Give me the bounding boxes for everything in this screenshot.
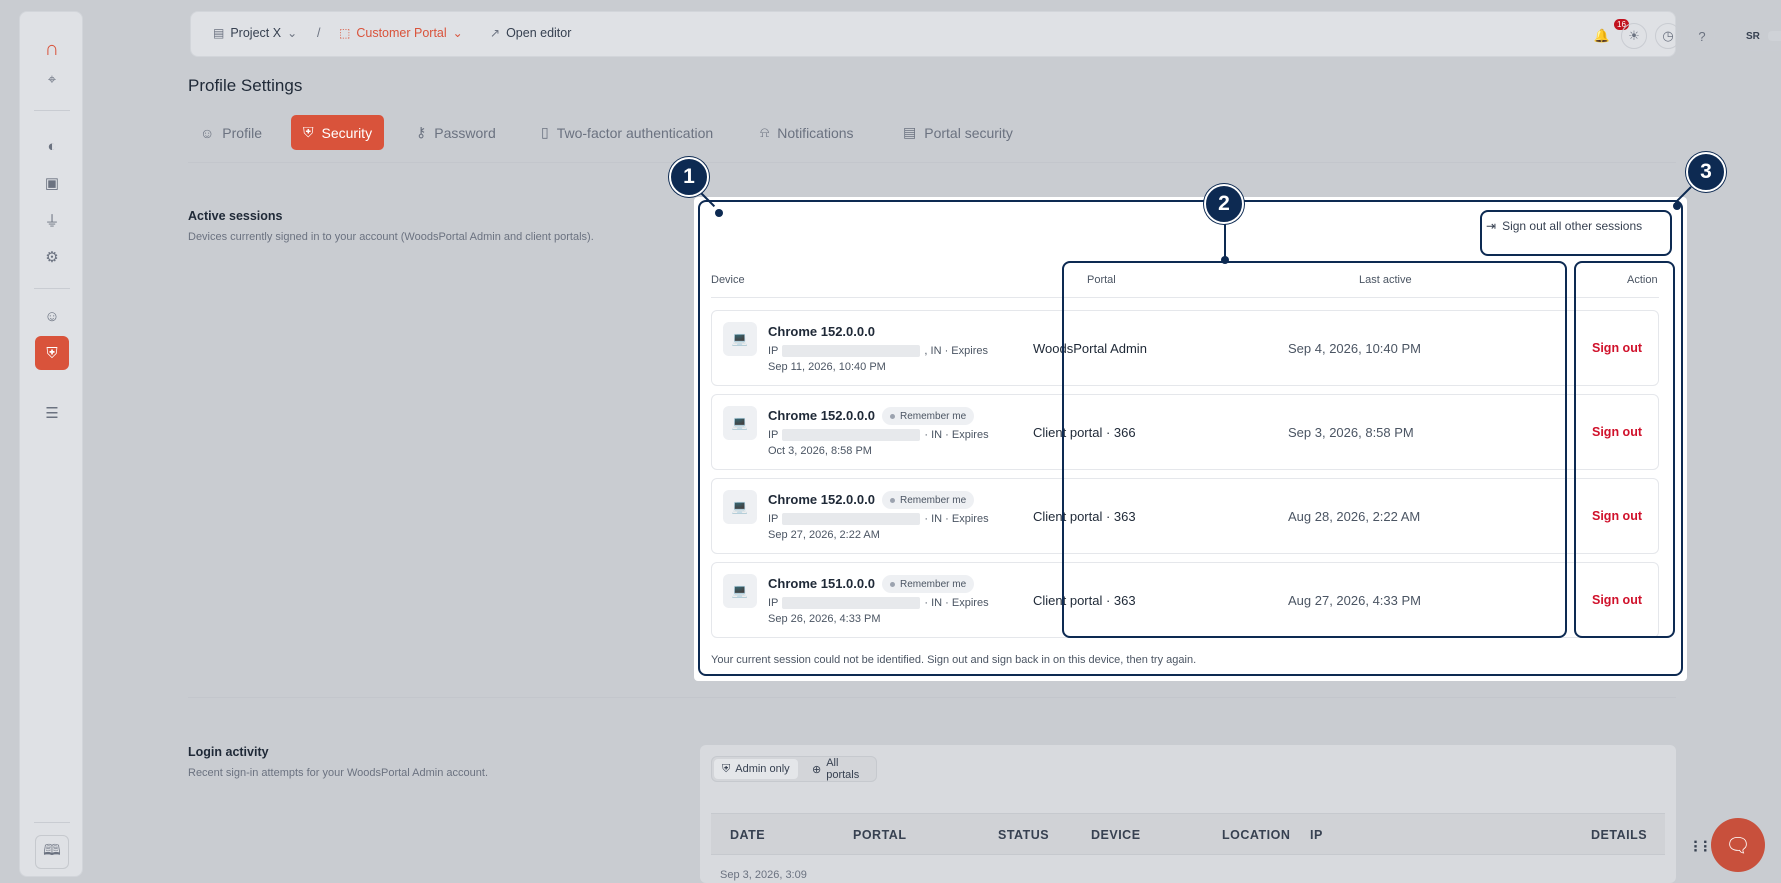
login-activity-description: Recent sign-in attempts for your WoodsPo… — [188, 767, 488, 779]
sidebar-divider — [34, 822, 70, 823]
tab-label: Portal security — [924, 124, 1013, 141]
tab-label: Notifications — [777, 124, 854, 141]
sun-icon[interactable]: ☀ — [1621, 23, 1647, 49]
tab-security[interactable]: ⛨ Security — [291, 115, 385, 150]
col-status: STATUS — [998, 828, 1050, 842]
callout-3-outline — [1574, 261, 1675, 638]
clock-icon[interactable]: ◷ — [1655, 23, 1681, 49]
tab-portal-security[interactable]: ▤ Portal security — [891, 115, 1025, 150]
breadcrumb-separator: / — [317, 26, 321, 40]
project-icon: ▤ — [213, 26, 225, 40]
tab-password[interactable]: ⚷ Password — [404, 115, 508, 150]
login-activity-header: DATE PORTAL STATUS DEVICE LOCATION IP DE… — [711, 813, 1665, 855]
layers-icon: ⬚ — [339, 26, 351, 40]
tab-label: Profile — [222, 124, 262, 141]
plug-icon[interactable]: ⏚ — [35, 203, 69, 237]
callout-2-outline — [1062, 261, 1567, 638]
user-menu[interactable]: SR ⌄ — [1737, 21, 1781, 51]
help-icon[interactable]: ? — [1689, 23, 1715, 49]
sidebar-divider — [34, 110, 70, 111]
gear-icon[interactable]: ⚙ — [35, 240, 69, 274]
login-activity-title: Login activity — [188, 745, 269, 759]
shield-icon[interactable]: ⛨ — [35, 336, 69, 370]
pin-icon[interactable]: ⌖ — [35, 62, 69, 96]
book-icon[interactable]: 🕮 — [35, 835, 69, 869]
widgets-icon[interactable]: ▣ — [35, 166, 69, 200]
open-editor-label: Open editor — [506, 26, 572, 40]
phone-icon: ▯ — [541, 124, 549, 140]
section-divider — [188, 697, 1676, 698]
callout-2-leader — [1224, 222, 1226, 258]
tab-label: Two-factor authentication — [556, 124, 714, 141]
user-icon: ☺ — [200, 124, 215, 141]
user-name-redacted — [1767, 31, 1781, 41]
tab-label: Security — [321, 124, 373, 141]
sidebar-divider — [34, 288, 70, 289]
portal-label: Customer Portal — [356, 26, 447, 40]
callout-1-marker: 1 — [669, 157, 709, 197]
portal-icon: ▤ — [903, 124, 917, 140]
external-link-icon: ↗ — [490, 26, 501, 40]
chat-button[interactable]: 🗨 — [1711, 818, 1765, 872]
callout-3-marker: 3 — [1686, 152, 1726, 192]
open-editor-link[interactable]: ↗ Open editor — [490, 26, 571, 40]
callout-2-dot — [1221, 256, 1229, 264]
avatar: SR — [1746, 30, 1760, 42]
tab-profile[interactable]: ☺ Profile — [188, 115, 274, 150]
bell-icon[interactable]: 🔔 — [1589, 23, 1615, 49]
app-logo[interactable]: ∩ — [35, 32, 69, 66]
palette-icon[interactable]: ◐ — [35, 129, 69, 163]
top-bar: ▤ Project X ⌄ / ⬚ Customer Portal ⌄ ↗ Op… — [190, 11, 1781, 57]
callout-1-dot — [715, 209, 723, 217]
callout-2-marker: 2 — [1204, 184, 1244, 224]
active-sessions-title: Active sessions — [188, 209, 283, 223]
drag-handle-icon[interactable]: ⠇⠇ — [1692, 838, 1713, 858]
col-details: DETAILS — [1591, 828, 1648, 842]
first-row-date: Sep 3, 2026, 3:09 — [720, 869, 807, 881]
col-date: DATE — [730, 828, 766, 842]
filter-label: All portals — [826, 757, 860, 781]
filter-label: Admin only — [735, 763, 790, 775]
reports-icon[interactable]: ☰ — [35, 396, 69, 430]
project-switcher[interactable]: ▤ Project X ⌄ — [213, 26, 297, 40]
users-icon[interactable]: ☺ — [35, 299, 69, 333]
key-icon: ⚷ — [416, 124, 427, 140]
chevron-down-icon: ⌄ — [452, 26, 463, 40]
tab-two-factor[interactable]: ▯ Two-factor authentication — [529, 115, 725, 150]
filter-all-portals[interactable]: ⊕ All portals — [804, 757, 876, 781]
tab-label: Password — [434, 124, 496, 141]
sidebar: ∩ ⌖ ◐ ▣ ⏚ ⚙ ☺ ⛨ ☰ 🕮 — [19, 11, 83, 877]
shield-icon: ⛨ — [303, 124, 314, 140]
bell-icon: ⍾ — [760, 124, 770, 140]
active-sessions-description: Devices currently signed in to your acco… — [188, 231, 594, 243]
col-location: LOCATION — [1222, 828, 1291, 842]
portal-switcher[interactable]: ⬚ Customer Portal ⌄ — [339, 26, 463, 40]
col-portal: PORTAL — [853, 828, 907, 842]
chevron-down-icon: ⌄ — [287, 26, 298, 40]
filter-admin-only[interactable]: ⛨ Admin only — [714, 759, 798, 779]
login-activity-card: ⛨ Admin only ⊕ All portals DATE PORTAL STA… — [700, 745, 1676, 883]
col-ip: IP — [1310, 828, 1323, 842]
globe-icon: ⊕ — [812, 763, 822, 776]
page-title: Profile Settings — [188, 76, 303, 95]
tabs-divider — [188, 162, 1676, 163]
project-label: Project X — [230, 26, 282, 40]
portal-filter: ⛨ Admin only ⊕ All portals — [711, 756, 877, 782]
chat-icon: 🗨 — [1725, 834, 1751, 857]
shield-icon: ⛨ — [722, 762, 731, 775]
sessions-card: ⇥ Sign out all other sessions Device Por… — [694, 197, 1687, 681]
sign-out-all-outline — [1480, 210, 1672, 256]
callout-3-dot — [1673, 202, 1681, 210]
tab-notifications[interactable]: ⍾ Notifications — [748, 115, 866, 150]
col-device: DEVICE — [1091, 828, 1141, 842]
